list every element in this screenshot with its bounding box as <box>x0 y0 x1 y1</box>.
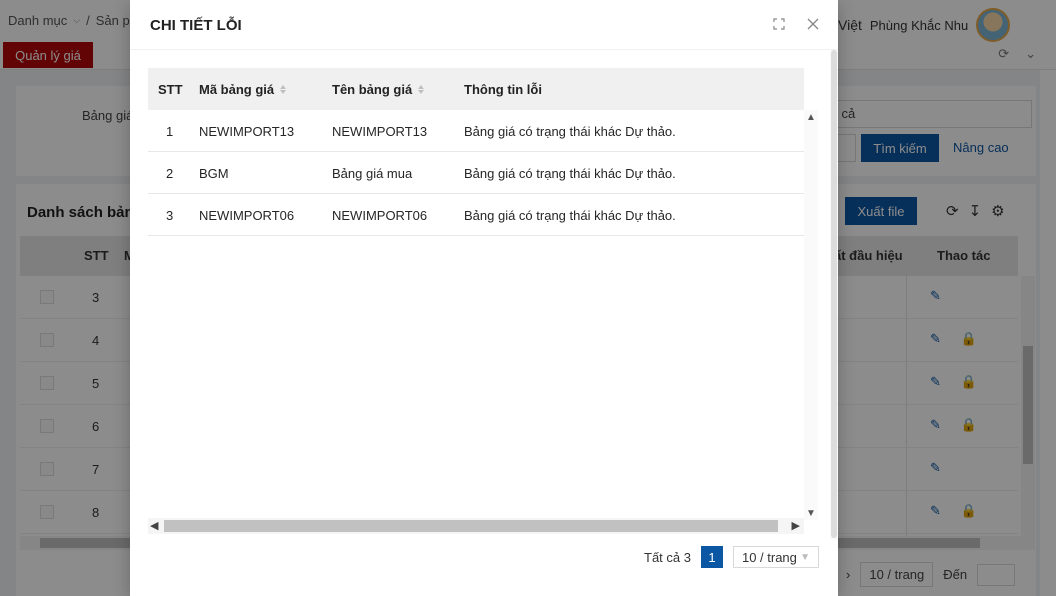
sort-icon[interactable] <box>418 85 425 94</box>
modal-header: CHI TIẾT LỖI <box>130 0 838 50</box>
scroll-down-icon[interactable]: ▼ <box>804 506 818 520</box>
scroll-left-icon[interactable]: ◀ <box>150 519 158 532</box>
scrollbar-thumb[interactable] <box>831 50 837 538</box>
page-size-select[interactable]: 10 / trang ▼ <box>732 546 819 568</box>
scroll-up-icon[interactable]: ▲ <box>804 110 818 124</box>
pagination: Tất cả 3 1 10 / trang ▼ <box>644 546 819 568</box>
table-header: STT Mã bảng giá Tên bảng giá Thông tin l… <box>148 68 804 110</box>
cell-error: Bảng giá có trạng thái khác Dự thảo. <box>464 124 676 139</box>
total-count: Tất cả 3 <box>644 549 691 565</box>
column-header-code[interactable]: Mã bảng giá <box>199 82 287 97</box>
cell-code: NEWIMPORT06 <box>199 208 295 223</box>
page-size-value: 10 / trang <box>741 549 797 565</box>
chevron-down-icon: ▼ <box>800 551 810 563</box>
table-horizontal-scrollbar[interactable]: ◀ ▶ <box>148 518 804 534</box>
cell-name: Bảng giá mua <box>332 166 413 181</box>
cell-stt: 3 <box>166 208 174 223</box>
column-header-name[interactable]: Tên bảng giá <box>332 82 425 97</box>
modal-title: CHI TIẾT LỖI <box>150 17 242 34</box>
cell-name: NEWIMPORT06 <box>332 208 428 223</box>
page-button-1[interactable]: 1 <box>700 546 723 568</box>
table-row[interactable]: 3 NEWIMPORT06 NEWIMPORT06 Bảng giá có tr… <box>148 194 804 236</box>
cell-error: Bảng giá có trạng thái khác Dự thảo. <box>464 166 676 181</box>
close-icon[interactable] <box>802 13 824 35</box>
scroll-right-icon[interactable]: ▶ <box>792 519 800 532</box>
cell-code: NEWIMPORT13 <box>199 124 295 139</box>
modal-body: STT Mã bảng giá Tên bảng giá Thông tin l… <box>130 50 838 596</box>
sort-icon[interactable] <box>280 85 287 94</box>
modal-scrollbar[interactable] <box>830 50 838 540</box>
cell-stt: 2 <box>166 166 174 181</box>
table-row[interactable]: 2 BGM Bảng giá mua Bảng giá có trạng thá… <box>148 152 804 194</box>
fullscreen-icon[interactable] <box>768 13 790 35</box>
cell-error: Bảng giá có trạng thái khác Dự thảo. <box>464 208 676 223</box>
table-row[interactable]: 1 NEWIMPORT13 NEWIMPORT13 Bảng giá có tr… <box>148 110 804 152</box>
cell-name: NEWIMPORT13 <box>332 124 428 139</box>
cell-stt: 1 <box>166 124 174 139</box>
scrollbar-thumb[interactable] <box>164 520 778 532</box>
table-vertical-scrollbar[interactable]: ▲ ▼ <box>804 110 818 520</box>
error-detail-modal: CHI TIẾT LỖI STT Mã bảng giá Tên bảng gi… <box>130 0 838 596</box>
column-header-stt: STT <box>158 82 183 97</box>
error-table: STT Mã bảng giá Tên bảng giá Thông tin l… <box>148 68 804 520</box>
column-header-error: Thông tin lỗi <box>464 82 542 97</box>
cell-code: BGM <box>199 166 229 181</box>
